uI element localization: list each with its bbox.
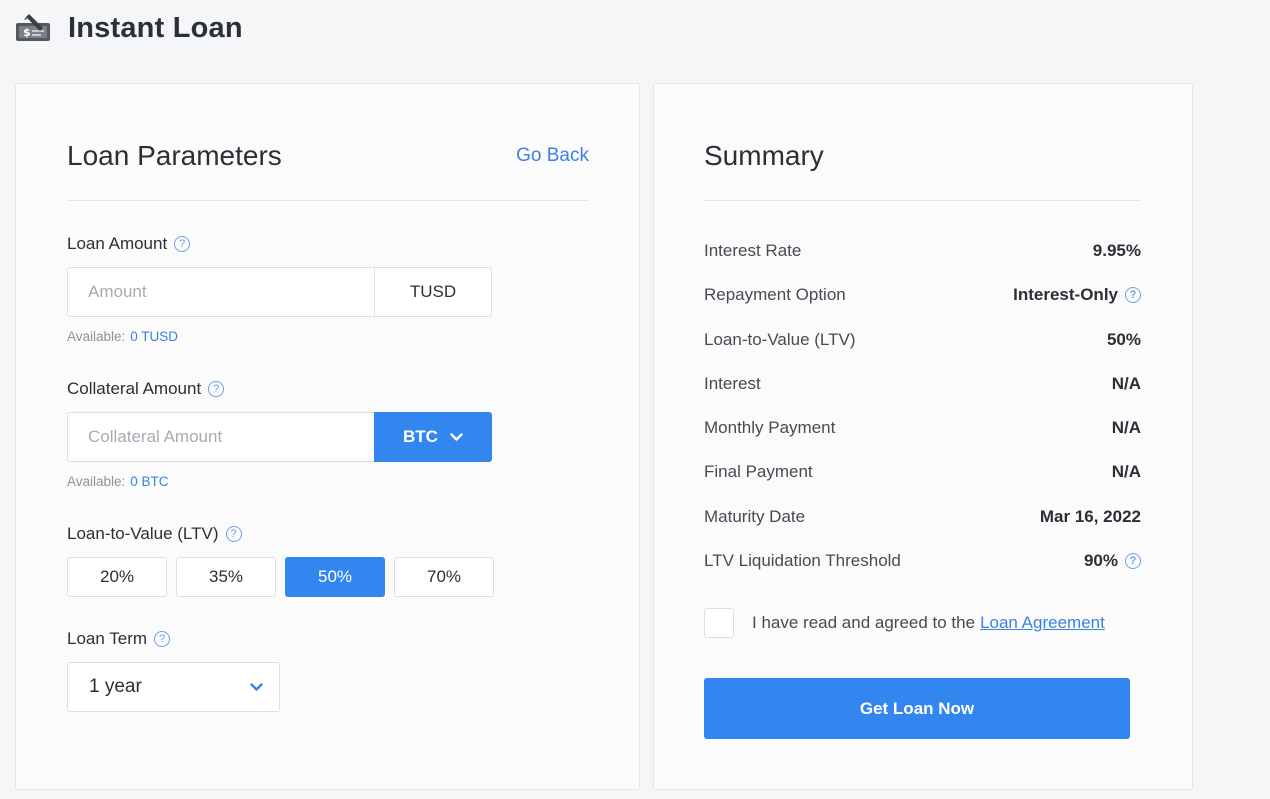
divider [704, 200, 1141, 201]
loan-amount-group: TUSD [67, 267, 492, 317]
help-icon[interactable]: ? [1125, 553, 1141, 569]
summary-value: Mar 16, 2022 [1039, 507, 1141, 526]
loan-currency-label: TUSD [374, 267, 492, 317]
agreement-checkbox[interactable] [704, 608, 734, 638]
loan-amount-input[interactable] [67, 267, 374, 317]
ltv-label: Loan-to-Value (LTV) ? [67, 524, 242, 544]
summary-row-ltv: Loan-to-Value (LTV) 50% [704, 328, 1141, 352]
summary-value-wrap: 90% ? [1084, 551, 1141, 571]
agreement: I have read and agreed to the Loan Agree… [704, 608, 1105, 638]
summary-key: Loan-to-Value (LTV) [704, 330, 856, 349]
ltv-option-35[interactable]: 35% [176, 557, 276, 597]
available-value: 0 TUSD [130, 329, 179, 344]
summary-row-liquidation-threshold: LTV Liquidation Threshold 90% ? [704, 549, 1141, 573]
available-value: 0 BTC [130, 474, 169, 489]
summary-key: Maturity Date [704, 507, 806, 526]
ltv-options: 20% 35% 50% 70% [67, 557, 494, 597]
collateral-amount-input[interactable] [67, 412, 374, 462]
ltv-label-text: Loan-to-Value (LTV) [67, 524, 219, 543]
loan-term-label: Loan Term ? [67, 629, 171, 649]
loan-parameters-card: Loan Parameters Go Back Loan Amount ? TU… [15, 83, 640, 790]
summary-key: Repayment Option [704, 285, 846, 304]
summary-card: Summary Interest Rate 9.95% Repayment Op… [653, 83, 1193, 790]
collateral-currency-dropdown[interactable]: BTC [374, 412, 492, 462]
summary-value: Interest-Only [1013, 285, 1118, 304]
agreement-text: I have read and agreed to the [752, 613, 976, 632]
summary-value: 9.95% [1092, 241, 1141, 260]
ltv-option-50[interactable]: 50% [285, 557, 385, 597]
collateral-available: Available: 0 BTC [67, 474, 169, 489]
loan-agreement-link[interactable]: Loan Agreement [980, 613, 1105, 633]
loan-amount-label-text: Loan Amount [67, 234, 168, 253]
loan-term-value: 1 year [89, 676, 142, 697]
summary-value: 90% [1083, 551, 1118, 570]
loan-parameters-title: Loan Parameters [67, 140, 282, 171]
get-loan-now-button[interactable]: Get Loan Now [704, 678, 1130, 739]
ltv-option-20[interactable]: 20% [67, 557, 167, 597]
loan-amount-label: Loan Amount ? [67, 234, 191, 254]
help-icon[interactable]: ? [174, 236, 191, 252]
summary-value: N/A [1111, 418, 1141, 437]
loan-term-select[interactable]: 1 year [67, 662, 280, 712]
page-title: Instant Loan [68, 11, 243, 44]
page-header: $ Instant Loan [15, 10, 243, 46]
collateral-amount-label-text: Collateral Amount [67, 379, 202, 398]
summary-row-repayment-option: Repayment Option Interest-Only ? [704, 283, 1141, 307]
summary-value: 50% [1106, 330, 1141, 349]
summary-title: Summary [704, 140, 824, 171]
summary-value: N/A [1111, 462, 1141, 481]
available-label: Available: [67, 329, 126, 344]
available-label: Available: [67, 474, 126, 489]
help-icon[interactable]: ? [225, 526, 242, 542]
summary-value-wrap: Interest-Only ? [1013, 285, 1141, 305]
summary-key: Monthly Payment [704, 418, 836, 437]
loan-available: Available: 0 TUSD [67, 329, 178, 344]
collateral-currency-label: BTC [403, 427, 438, 446]
summary-row-maturity-date: Maturity Date Mar 16, 2022 [704, 505, 1141, 529]
summary-key: Interest [704, 374, 761, 393]
divider [67, 200, 588, 201]
summary-key: LTV Liquidation Threshold [704, 551, 901, 570]
help-icon[interactable]: ? [1125, 287, 1141, 303]
collateral-amount-label: Collateral Amount ? [67, 379, 225, 399]
svg-text:$: $ [23, 26, 31, 39]
loan-term-label-text: Loan Term [67, 629, 148, 648]
ltv-option-70[interactable]: 70% [394, 557, 494, 597]
summary-row-interest-rate: Interest Rate 9.95% [704, 239, 1141, 263]
summary-row-interest: Interest N/A [704, 372, 1141, 396]
chevron-down-icon [450, 432, 463, 441]
help-icon[interactable]: ? [154, 631, 171, 647]
summary-key: Final Payment [704, 462, 813, 481]
chevron-down-icon [250, 682, 263, 691]
help-icon[interactable]: ? [208, 381, 225, 397]
summary-row-final-payment: Final Payment N/A [704, 460, 1141, 484]
summary-key: Interest Rate [704, 241, 802, 260]
summary-row-monthly-payment: Monthly Payment N/A [704, 416, 1141, 440]
summary-value: N/A [1111, 374, 1141, 393]
collateral-amount-group: BTC [67, 412, 492, 462]
loan-cheque-icon: $ [16, 14, 50, 41]
go-back-link[interactable]: Go Back [516, 145, 589, 167]
